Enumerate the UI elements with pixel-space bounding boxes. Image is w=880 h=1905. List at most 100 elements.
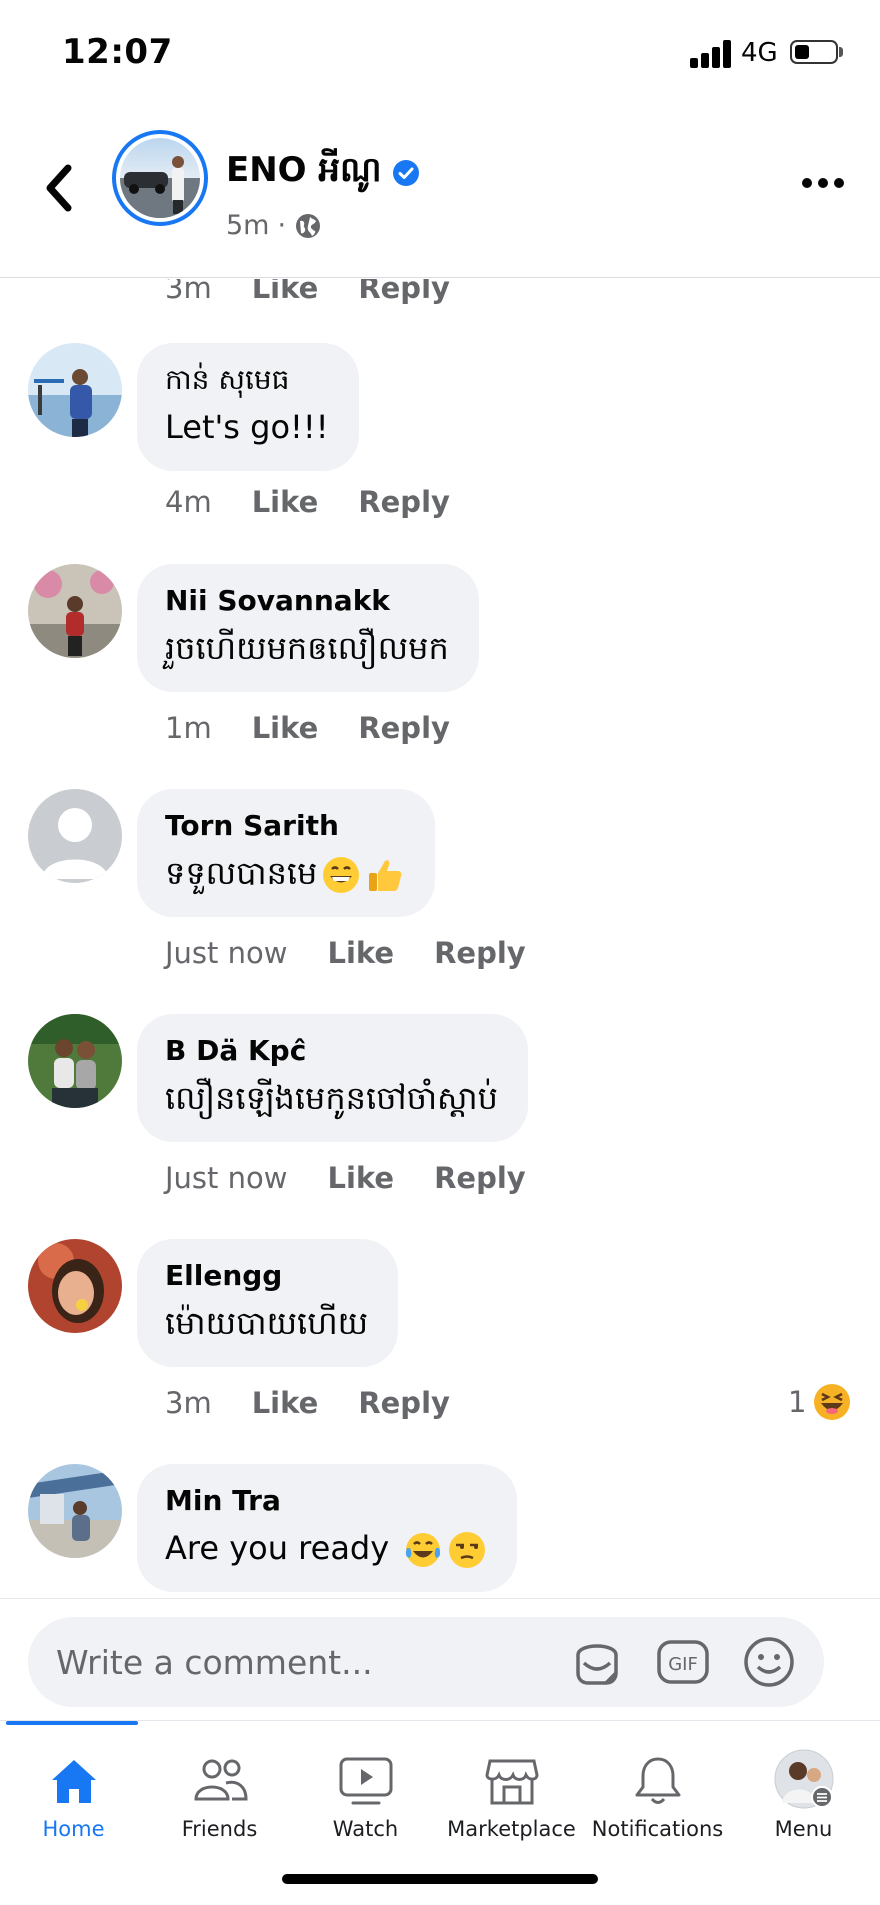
haha-reaction-icon — [814, 1384, 851, 1420]
commenter-avatar[interactable] — [28, 1239, 122, 1333]
commenter-avatar[interactable] — [28, 343, 122, 437]
profile-avatar-icon — [774, 1749, 833, 1809]
comment-meta-previous: 3m Like Reply — [165, 279, 450, 305]
comment-composer-area: GIF — [0, 1598, 880, 1720]
post-meta: 5m · — [226, 210, 322, 241]
active-tab-indicator — [6, 1721, 138, 1725]
gif-icon[interactable]: GIF — [654, 1633, 712, 1691]
reply-button[interactable]: Reply — [434, 1161, 526, 1195]
tears-of-joy-emoji — [406, 1533, 441, 1567]
unamused-emoji — [449, 1532, 486, 1568]
comment-time: 1m — [165, 711, 212, 745]
comment-time: 3m — [165, 1386, 212, 1420]
comment-meta: 1m Like Reply — [165, 711, 450, 745]
tab-label: Watch — [332, 1817, 399, 1841]
comment-author[interactable]: B Dä Kpĉ — [165, 1034, 498, 1068]
comment-input[interactable] — [56, 1639, 556, 1685]
reply-button[interactable]: Reply — [358, 279, 450, 305]
comments-list: 3m Like Reply កាន់ សុមេធ Let's go!!! 4m … — [0, 279, 880, 1599]
like-button[interactable]: Like — [252, 485, 319, 519]
commenter-avatar[interactable] — [28, 789, 122, 883]
tab-watch[interactable]: Watch — [292, 1735, 439, 1845]
verified-badge-icon — [392, 160, 419, 186]
comment-author[interactable]: Ellengg — [165, 1259, 368, 1293]
comment-text: ទទួលបានមេ — [165, 851, 405, 895]
tab-notifications[interactable]: Notifications — [584, 1735, 731, 1845]
like-button[interactable]: Like — [327, 936, 394, 970]
commenter-avatar[interactable] — [28, 1014, 122, 1108]
post-time: 5m — [226, 210, 270, 241]
comment-text-content: Are you ready — [165, 1529, 390, 1567]
thumbs-up-emoji — [369, 860, 402, 891]
tab-label: Notifications — [591, 1817, 724, 1841]
friends-icon — [193, 1759, 248, 1801]
battery-cap — [839, 47, 843, 57]
comment-author[interactable]: Torn Sarith — [165, 809, 405, 843]
post-header: ENO អីណូ 5m · — [0, 110, 880, 278]
meta-separator: · — [277, 210, 287, 241]
tab-menu[interactable]: Menu — [730, 1735, 877, 1845]
page-name[interactable]: ENO អីណូ — [226, 148, 382, 198]
comment-bubble[interactable]: កាន់ សុមេធ Let's go!!! — [137, 343, 359, 471]
tab-label: Marketplace — [447, 1817, 576, 1841]
comment-text: រួចហើយមកឲលឿលមក — [165, 629, 449, 667]
comment-meta: 4m Like Reply — [165, 485, 450, 519]
emoji-picker-icon[interactable] — [740, 1633, 798, 1691]
comment-meta: Just now Like Reply — [165, 1161, 526, 1195]
comment-bubble[interactable]: Torn Sarith ទទួលបានមេ — [137, 789, 436, 917]
home-indicator — [282, 1874, 598, 1884]
page-name-row[interactable]: ENO អីណូ — [226, 148, 420, 198]
watch-icon — [339, 1757, 392, 1805]
comment-time: Just now — [165, 1161, 288, 1195]
like-button[interactable]: Like — [327, 1161, 394, 1195]
reply-button[interactable]: Reply — [434, 936, 526, 970]
bell-icon — [635, 1757, 680, 1804]
tab-label: Menu — [774, 1817, 833, 1841]
reaction-count: 1 — [788, 1385, 807, 1419]
tab-label: Friends — [181, 1817, 258, 1841]
page-avatar[interactable] — [112, 130, 208, 226]
comment-time: 4m — [165, 485, 212, 519]
tab-marketplace[interactable]: Marketplace — [438, 1735, 585, 1845]
reply-button[interactable]: Reply — [358, 711, 450, 745]
network-type: 4G — [741, 38, 778, 68]
comment-bubble[interactable]: Ellengg ម៉ោយបាយហើយ — [137, 1239, 399, 1367]
comment-author[interactable]: Min Tra — [165, 1484, 487, 1518]
commenter-avatar[interactable] — [28, 564, 122, 658]
reply-button[interactable]: Reply — [358, 485, 450, 519]
comment-bubble[interactable]: B Dä Kpĉ លឿនឡើងមេកូនចៅចាំស្តាប់ — [137, 1014, 528, 1142]
battery-icon — [790, 40, 838, 64]
home-icon — [51, 1760, 96, 1803]
comment-text-content: ទទួលបានមេ — [165, 854, 318, 892]
sticker-icon[interactable] — [568, 1633, 626, 1691]
tab-home[interactable]: Home — [0, 1735, 147, 1845]
more-options-icon[interactable] — [800, 173, 846, 193]
comment-author[interactable]: Nii Sovannakk — [165, 584, 449, 618]
commenter-avatar[interactable] — [28, 1464, 122, 1558]
comment-text: លឿនឡើងមេកូនចៅចាំស្តាប់ — [165, 1079, 498, 1117]
globe-icon — [296, 213, 321, 238]
comment-composer[interactable]: GIF — [28, 1617, 824, 1707]
like-button[interactable]: Like — [252, 279, 319, 305]
gif-label: GIF — [668, 1654, 698, 1675]
status-bar: 12:07 4G — [0, 0, 880, 110]
comment-text: ម៉ោយបាយហើយ — [165, 1304, 369, 1342]
comment-time: Just now — [165, 936, 288, 970]
comment-text: Let's go!!! — [165, 408, 329, 446]
reaction-summary[interactable]: 1 — [788, 1382, 852, 1422]
signal-icon — [690, 40, 734, 68]
marketplace-icon — [484, 1759, 539, 1805]
comment-time: 3m — [165, 279, 212, 305]
comment-meta: Just now Like Reply — [165, 936, 526, 970]
like-button[interactable]: Like — [252, 1386, 319, 1420]
tab-label: Home — [42, 1817, 105, 1841]
status-time: 12:07 — [62, 32, 173, 72]
comment-text: Are you ready — [165, 1526, 487, 1570]
comment-bubble[interactable]: Nii Sovannakk រួចហើយមកឲលឿលមក — [137, 564, 479, 692]
comment-author[interactable]: កាន់ សុមេធ — [165, 363, 329, 397]
back-arrow-icon[interactable] — [40, 158, 76, 218]
like-button[interactable]: Like — [252, 711, 319, 745]
tab-friends[interactable]: Friends — [146, 1735, 293, 1845]
reply-button[interactable]: Reply — [358, 1386, 450, 1420]
comment-bubble[interactable]: Min Tra Are you ready — [137, 1464, 518, 1592]
